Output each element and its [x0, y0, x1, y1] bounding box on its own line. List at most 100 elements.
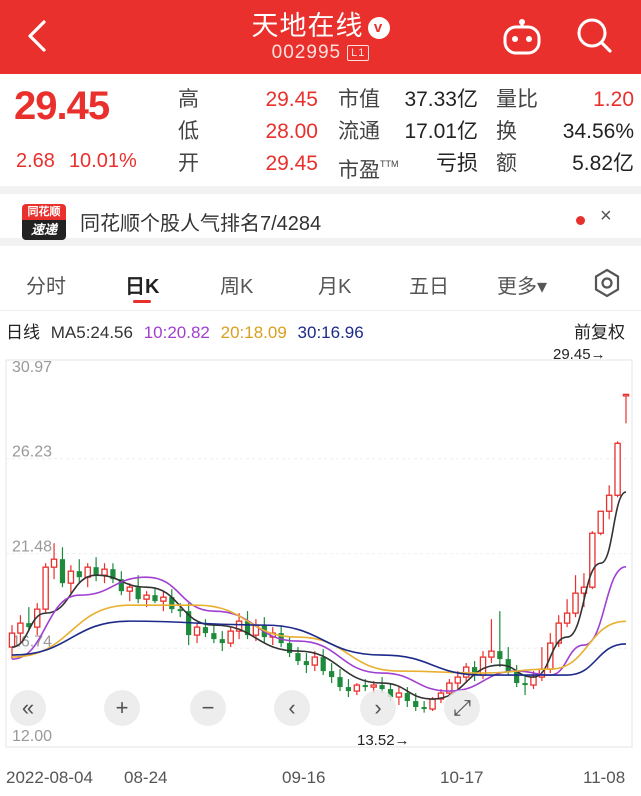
pe-ratio: 亏损 [436, 152, 478, 175]
candle-body [76, 571, 82, 578]
robot-assistant-icon[interactable] [502, 18, 542, 56]
tab-five-day[interactable]: 五日 [409, 270, 449, 299]
open-value: 29.45 [265, 152, 318, 175]
candle-body [59, 559, 66, 584]
quote-col-vol: 量比 1.20 换 34.56% 额 5.82亿 [496, 84, 634, 180]
ma20-line [11, 604, 627, 674]
last-price: 29.45 [14, 84, 110, 128]
candle-body [177, 609, 183, 612]
candle-body [379, 685, 385, 690]
y-tick-label: 12.00 [12, 728, 52, 745]
candle-body [126, 586, 134, 592]
k-line-chart[interactable]: 30.97 26.23 21.48 16.74 12.00 29.45→ 13.52→ [0, 340, 641, 764]
candle-body [160, 596, 167, 602]
candle-body [17, 622, 24, 634]
tab-daily-k[interactable]: 日K [125, 270, 159, 303]
candle-body [152, 595, 158, 602]
min-price-marker: 13.52→ [357, 732, 410, 749]
candle-body [329, 671, 335, 678]
fullscreen-button[interactable]: ⤢ [444, 690, 480, 726]
candle-body [395, 692, 403, 698]
x-tick-label: 09-16 [282, 768, 326, 787]
scroll-left-button[interactable]: ‹ [274, 690, 310, 726]
verified-icon: v [367, 17, 390, 39]
candle-body [572, 592, 579, 614]
stock-code: 002995 L1 [0, 42, 641, 64]
candle-body [353, 684, 361, 692]
candle-body [530, 676, 537, 686]
price-change: 2.68 10.01% [16, 150, 137, 172]
level-tag: L1 [347, 45, 370, 61]
candle-body [320, 657, 326, 672]
candle-body [202, 627, 209, 634]
volume-ratio: 1.20 [593, 88, 634, 111]
candle-body [311, 656, 319, 666]
popularity-banner[interactable]: 同花顺 速递 同花顺个股人气排名7/4284 × [0, 186, 641, 246]
active-tab-indicator [133, 300, 152, 303]
candle-body [413, 701, 419, 708]
candle-body [429, 698, 436, 710]
candle-body [295, 653, 301, 662]
x-tick-label: 11-08 [583, 768, 626, 787]
candle-body [454, 676, 462, 684]
x-tick-label: 08-24 [124, 768, 168, 787]
candle-body [219, 639, 225, 644]
scroll-right-button[interactable]: › [360, 690, 396, 726]
y-tick-label: 21.48 [12, 539, 52, 556]
ths-news-logo: 同花顺 速递 [22, 204, 66, 240]
chart-settings-icon[interactable] [592, 268, 622, 298]
candle-body [101, 568, 108, 576]
y-tick-label: 16.74 [12, 633, 52, 650]
candle-body [93, 567, 99, 576]
candle-body [42, 566, 49, 610]
candle-body [522, 683, 528, 686]
candle-body [622, 393, 630, 397]
candle-body [143, 594, 150, 600]
candle-body [589, 532, 596, 588]
turnover-rate: 34.56% [562, 120, 634, 143]
candle-body [605, 494, 613, 512]
chart-period-tabs: 分时 日K 周K 月K 五日 更多▾ [0, 254, 641, 311]
candle-body [211, 633, 217, 640]
tab-weekly-k[interactable]: 周K [220, 270, 253, 299]
market-cap: 37.33亿 [404, 88, 478, 111]
shrink-left-button[interactable]: « [10, 690, 46, 726]
candle-body [193, 626, 201, 636]
ma5-line [11, 491, 627, 700]
candle-body [135, 587, 141, 600]
candle-body [362, 685, 368, 688]
tab-more[interactable]: 更多▾ [497, 270, 547, 299]
candle-body [337, 677, 343, 688]
quote-col-hlo: 高 29.45 低 28.00 开 29.45 [178, 84, 318, 180]
candle-body [8, 632, 16, 648]
quote-panel: 29.45 2.68 10.01% 高 29.45 低 28.00 开 29.45 市值… [0, 74, 641, 186]
zoom-in-button[interactable]: + [104, 690, 140, 726]
float-cap: 17.01亿 [404, 120, 478, 143]
y-tick-label: 30.97 [12, 359, 52, 376]
quote-col-mkt: 市值 37.33亿 流通 17.01亿 市盈TTM 亏损 [338, 84, 478, 182]
candle-body [303, 661, 309, 666]
tab-intraday[interactable]: 分时 [26, 270, 66, 299]
tab-monthly-k[interactable]: 月K [318, 270, 351, 299]
ma10-line [11, 565, 627, 692]
x-tick-label: 10-17 [440, 768, 484, 787]
high-value: 29.45 [265, 88, 318, 111]
candle-body [227, 630, 234, 644]
candle-body [345, 687, 352, 692]
popularity-rank-text: 同花顺个股人气排名7/4284 [80, 213, 322, 235]
candle-body [370, 684, 377, 688]
close-banner-icon[interactable]: × [600, 205, 612, 228]
low-value: 28.00 [265, 120, 318, 143]
turnover-amount: 5.82亿 [572, 152, 634, 175]
candle-body [404, 693, 410, 702]
search-icon[interactable] [576, 16, 614, 56]
unread-dot [576, 216, 585, 225]
candle-body [497, 651, 503, 660]
max-price-marker: 29.45→ [553, 346, 606, 363]
candle-body [597, 510, 605, 534]
stock-name: 天地在线 v [0, 4, 641, 43]
zoom-out-button[interactable]: − [190, 690, 226, 726]
candle-body [421, 707, 427, 710]
stock-header: 天地在线 v 002995 L1 [0, 0, 641, 74]
candle-body [67, 570, 75, 584]
